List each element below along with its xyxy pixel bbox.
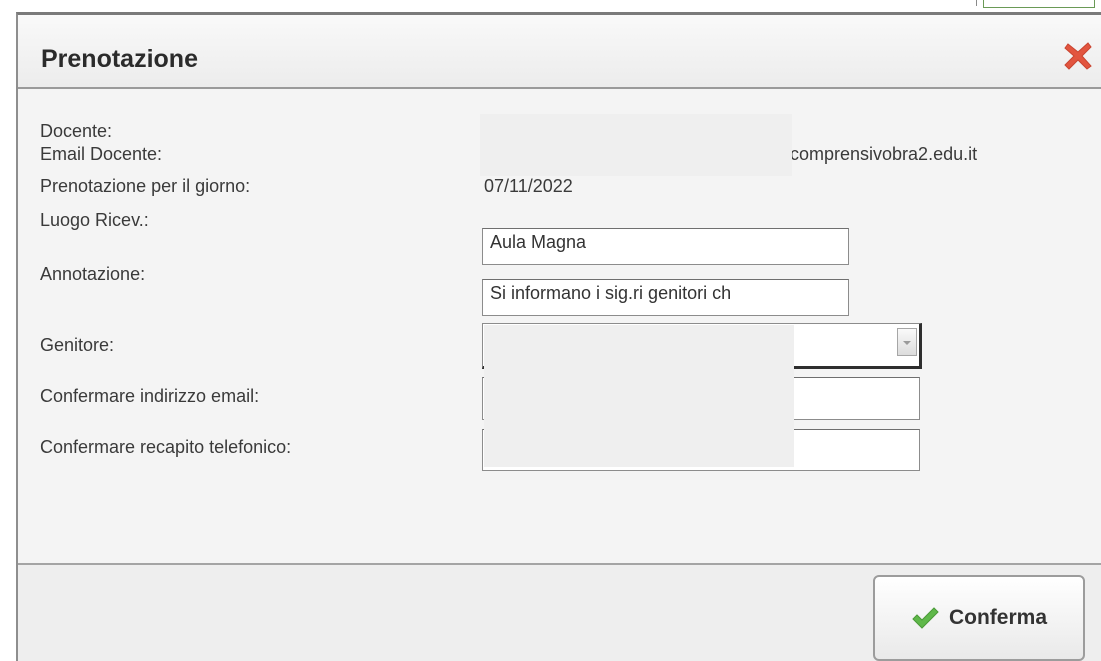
conferma-email-label: Confermare indirizzo email: [40,386,260,406]
annotazione-input[interactable]: Si informano i sig.ri genitori ch [482,279,849,316]
confirm-button-label: Conferma [948,606,1048,629]
email-docente-label: Email Docente: [40,144,163,164]
confirm-button-content: Conferma [911,606,1047,630]
docente-label: Docente: [40,121,113,141]
giorno-label: Prenotazione per il giorno: [40,176,251,196]
genitore-label: Genitore: [40,335,115,355]
screen: Prenotazione Docente: Email Docente: com… [0,0,1101,661]
conferma-telefono-label: Confermare recapito telefonico: [40,437,292,457]
confirm-button[interactable]: Conferma [873,575,1085,661]
annotazione-label: Annotazione: [40,264,146,284]
close-icon[interactable] [1061,39,1095,73]
dialog-body: Docente: Email Docente: comprensivobra2.… [18,89,1101,563]
giorno-value: 07/11/2022 [484,176,573,196]
dialog-footer: Conferma [18,563,1101,661]
luogo-label: Luogo Ricev.: [40,210,149,230]
email-docente-value: comprensivobra2.edu.it [790,144,978,164]
dialog-title: Prenotazione [41,45,198,73]
redacted-parent-info [484,325,794,467]
check-icon [911,606,939,630]
redacted-teacher-info [480,114,792,176]
dialog-title-bar: Prenotazione [18,15,1101,89]
background-strip [0,0,1101,12]
booking-dialog: Prenotazione Docente: Email Docente: com… [16,12,1101,661]
background-tab [976,0,1095,8]
chevron-down-icon[interactable] [897,328,917,356]
luogo-input[interactable]: Aula Magna [482,228,849,265]
